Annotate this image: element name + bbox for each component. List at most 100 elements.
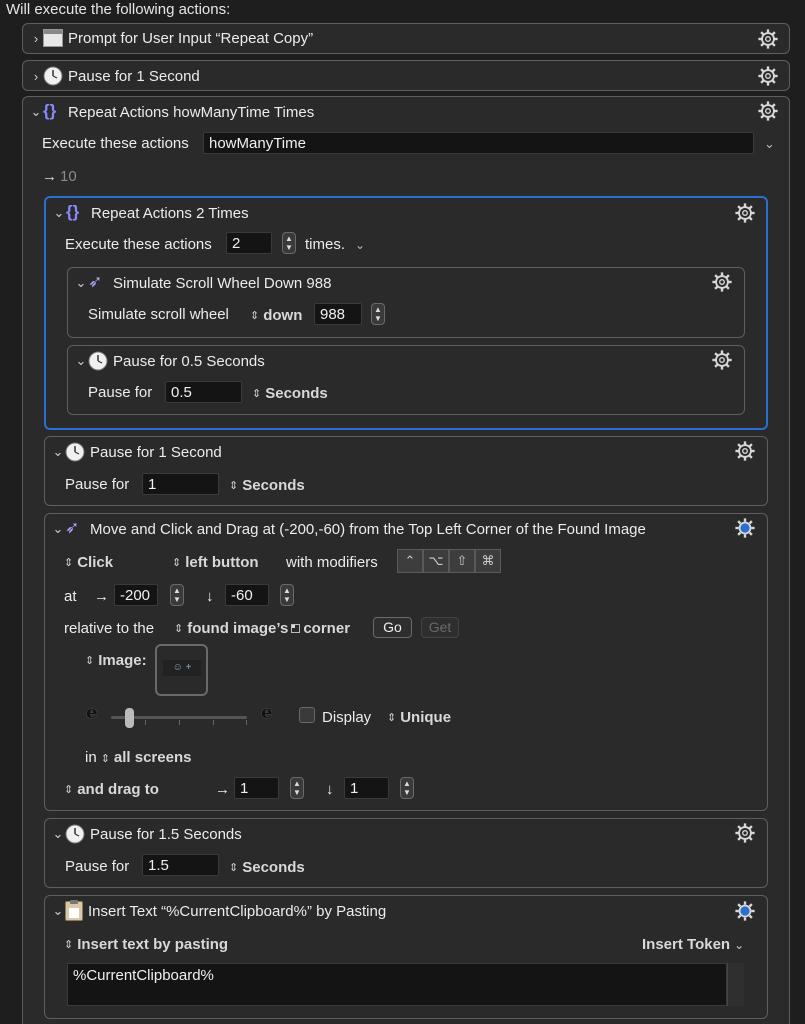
action-pause-0-5[interactable]: ⌄ Pause for 0.5 Seconds Pause for 0.5 ⇕ … (67, 345, 745, 415)
clock-icon (65, 442, 85, 462)
direction-popup[interactable]: ⇕ down (250, 307, 302, 324)
updown-icon: ⇕ (229, 862, 239, 874)
scroll-amount-field[interactable]: 988 (314, 303, 362, 325)
gear-icon-active[interactable] (734, 900, 756, 922)
chevron-down-icon[interactable]: ⌄ (29, 104, 43, 120)
scroll-label: Simulate scroll wheel (88, 306, 229, 323)
screens-value: all screens (113, 749, 192, 766)
button-popup[interactable]: ⇕ left button (172, 554, 259, 571)
modifier-shift-toggle[interactable]: ⇧ (449, 549, 475, 573)
get-button[interactable]: Get (421, 617, 459, 638)
action-pause-1-second[interactable]: › Pause for 1 Second (22, 60, 790, 91)
updown-icon: ⇕ (250, 310, 260, 322)
action-title: Pause for 0.5 Seconds (113, 352, 265, 370)
scrollbar[interactable] (727, 963, 744, 1006)
result-value: 10 (60, 168, 77, 185)
insert-mode-popup[interactable]: ⇕ Insert text by pasting (64, 936, 228, 953)
action-move-click-drag[interactable]: ⌄ ➶ Move and Click and Drag at (-200,-60… (44, 513, 768, 811)
pause-value-field[interactable]: 1 (142, 473, 219, 495)
insert-token-label: Insert Token (642, 936, 731, 953)
drag-x-stepper[interactable]: ▲ ▼ (290, 777, 304, 799)
unit-popup[interactable]: ⇕ Seconds (229, 859, 305, 876)
clock-icon (88, 351, 108, 371)
modifiers-label: with modifiers (286, 554, 378, 571)
chevron-down-icon[interactable]: ⌄ (764, 136, 775, 152)
fuzz-slider[interactable] (111, 708, 247, 728)
clipboard-icon (65, 900, 83, 921)
gear-icon[interactable] (711, 271, 733, 293)
y-stepper[interactable]: ▲ ▼ (280, 584, 294, 606)
action-pause-1-5[interactable]: ⌄ Pause for 1.5 Seconds Pause for 1.5 ⇕ … (44, 818, 768, 888)
action-pause-1-second-b[interactable]: ⌄ Pause for 1 Second Pause for 1 ⇕ Secon… (44, 436, 768, 506)
chevron-down-icon[interactable]: ⌄ (51, 903, 65, 919)
modifier-option-toggle[interactable]: ⌥ (423, 549, 449, 573)
image-well[interactable]: ☺ + (155, 644, 208, 696)
screens-popup[interactable]: ⇕ all screens (101, 749, 192, 766)
drag-popup[interactable]: ⇕ and drag to (64, 781, 159, 798)
chevron-down-icon[interactable]: ⌄ (52, 205, 66, 221)
relative-popup[interactable]: ⇕ found image’s corner (174, 620, 350, 637)
drag-y-stepper[interactable]: ▲ ▼ (400, 777, 414, 799)
cursor-click-icon: ➶ (65, 518, 80, 537)
gear-icon[interactable] (757, 28, 779, 50)
unique-value: Unique (400, 709, 452, 726)
unit-popup[interactable]: ⇕ Seconds (252, 385, 328, 402)
slider-thumb[interactable] (125, 708, 134, 728)
result-arrow: → (42, 168, 57, 185)
chevron-down-icon[interactable]: ⌄ (74, 353, 88, 369)
drag-y-field[interactable]: 1 (344, 777, 389, 799)
drag-x-field[interactable]: 1 (234, 777, 279, 799)
display-checkbox[interactable] (299, 707, 315, 723)
updown-icon: ⇕ (100, 753, 110, 765)
gear-icon[interactable] (711, 349, 733, 371)
modifier-command-toggle[interactable]: ⌘ (475, 549, 501, 573)
y-offset-field[interactable]: -60 (225, 584, 269, 606)
go-button[interactable]: Go (373, 617, 412, 638)
display-label: Display (322, 709, 372, 726)
modifier-control-toggle[interactable]: ⌃ (397, 549, 423, 573)
action-title: Repeat Actions howManyTime Times (68, 103, 315, 121)
x-offset-field[interactable]: -200 (114, 584, 158, 606)
chevron-right-icon[interactable]: › (29, 69, 43, 84)
unit-value: Seconds (242, 477, 305, 494)
chevron-down-icon[interactable]: ⌄ (51, 521, 65, 537)
click-popup[interactable]: ⇕ Click (64, 554, 113, 571)
pause-value-field[interactable]: 0.5 (165, 381, 242, 403)
gear-icon[interactable] (734, 440, 756, 462)
gear-icon[interactable] (757, 65, 779, 87)
image-popup[interactable]: ⇕ Image: (85, 652, 147, 669)
action-prompt-user-input[interactable]: › Prompt for User Input “Repeat Copy” (22, 23, 790, 54)
action-insert-text[interactable]: ⌄ Insert Text “%CurrentClipboard%” by Pa… (44, 895, 768, 1019)
chevron-down-icon[interactable]: ⌄ (51, 444, 65, 460)
unit-popup[interactable]: ⇕ Seconds (229, 477, 305, 494)
gear-icon-active[interactable] (734, 517, 756, 539)
repeat-count-field[interactable]: howManyTime (203, 132, 754, 154)
action-title: Pause for 1 Second (90, 443, 222, 461)
unique-popup[interactable]: ⇕ Unique (387, 709, 451, 726)
repeat-count-field[interactable]: 2 (226, 232, 272, 254)
corner-grid-icon[interactable] (291, 624, 301, 633)
updown-icon: ⇕ (64, 939, 74, 951)
gear-icon[interactable] (734, 202, 756, 224)
amount-stepper[interactable]: ▲ ▼ (371, 303, 385, 325)
action-title: Prompt for User Input “Repeat Copy” (68, 29, 314, 47)
relative-value: found image’s (187, 620, 289, 637)
chevron-right-icon[interactable]: › (29, 31, 43, 46)
action-title: Pause for 1 Second (68, 67, 200, 85)
action-title: Simulate Scroll Wheel Down 988 (113, 274, 332, 292)
chevron-down-icon[interactable]: ⌄ (51, 826, 65, 842)
insert-token-menu[interactable]: Insert Token ⌄ (642, 936, 744, 953)
pause-value-field[interactable]: 1.5 (142, 854, 219, 876)
count-stepper[interactable]: ▲ ▼ (282, 232, 296, 254)
updown-icon: ⇕ (64, 784, 74, 796)
chevron-down-icon[interactable]: ⌄ (355, 238, 365, 252)
braces-icon: {} (66, 202, 80, 221)
gear-icon[interactable] (734, 822, 756, 844)
chevron-down-icon[interactable]: ⌄ (74, 275, 88, 291)
insert-text-area[interactable]: %CurrentClipboard% (67, 963, 727, 1006)
action-simulate-scroll[interactable]: ⌄ ➶ Simulate Scroll Wheel Down 988 Simul… (67, 267, 745, 338)
gear-icon[interactable] (757, 100, 779, 122)
unit-value: Seconds (242, 859, 305, 876)
x-stepper[interactable]: ▲ ▼ (170, 584, 184, 606)
direction-value: down (263, 307, 303, 324)
